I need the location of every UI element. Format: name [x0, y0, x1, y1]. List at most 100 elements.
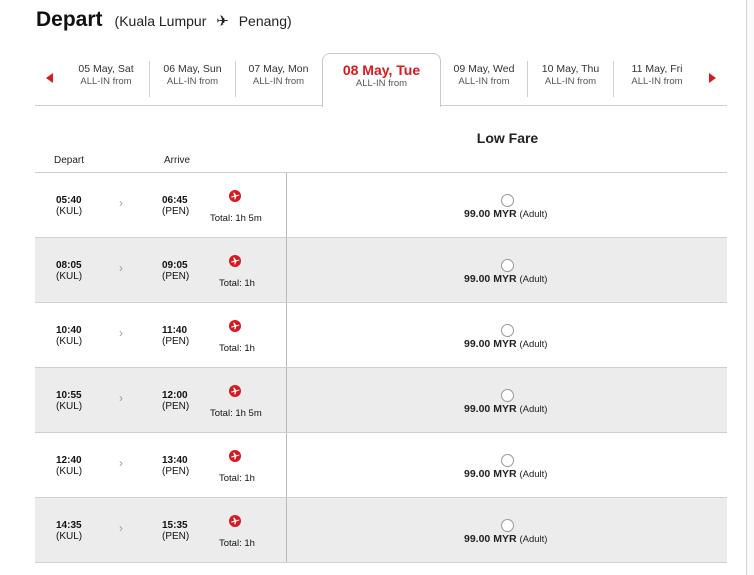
- fare-cell[interactable]: 99.00 MYR (Adult): [287, 433, 727, 497]
- chevron-right-icon: ›: [119, 261, 123, 275]
- flight-row[interactable]: 14:35 (KUL) › 15:35 (PEN) Total: 1h 99.0…: [35, 498, 727, 563]
- date-tab-08-may-selected[interactable]: 08 May, Tue ALL-IN from: [322, 53, 441, 107]
- arrive-column-header: Arrive: [164, 155, 191, 166]
- fare-amount: 99.00 MYR: [464, 403, 517, 415]
- chevron-left-icon[interactable]: [46, 73, 53, 83]
- airasia-icon: [229, 190, 241, 202]
- chevron-right-icon: ›: [119, 521, 123, 535]
- arrive-time: 06:45: [162, 195, 188, 206]
- radio-icon[interactable]: [501, 454, 514, 467]
- date-tab-sublabel: ALL-IN from: [252, 76, 305, 87]
- fare-cell[interactable]: 99.00 MYR (Adult): [287, 238, 727, 302]
- page-title: Depart: [36, 8, 103, 31]
- origin-label: (Kuala Lumpur: [114, 13, 207, 29]
- fare-cell[interactable]: 99.00 MYR (Adult): [287, 498, 727, 562]
- depart-time: 05:40: [56, 195, 82, 206]
- fare-amount: 99.00 MYR: [464, 338, 517, 350]
- airasia-icon: [229, 385, 241, 397]
- depart-airport: (KUL): [56, 401, 83, 412]
- depart-time: 10:40: [56, 325, 82, 336]
- fare-amount: 99.00 MYR: [464, 273, 517, 285]
- date-tab-sublabel: ALL-IN from: [355, 78, 408, 89]
- fare-amount: 99.00 MYR: [464, 533, 517, 545]
- date-tab-label: 11 May, Fri: [631, 63, 683, 75]
- depart-airport: (KUL): [56, 206, 83, 217]
- flight-row[interactable]: 10:40 (KUL) › 11:40 (PEN) Total: 1h 99.0…: [35, 303, 727, 368]
- date-tab-sublabel: ALL-IN from: [166, 76, 219, 87]
- depart-column-header: Depart: [54, 155, 85, 166]
- total-duration: Total: 1h: [219, 473, 255, 484]
- passenger-type: (Adult): [519, 209, 548, 220]
- chevron-right-icon[interactable]: [709, 73, 716, 83]
- radio-icon[interactable]: [501, 259, 514, 272]
- flight-row[interactable]: 12:40 (KUL) › 13:40 (PEN) Total: 1h 99.0…: [35, 433, 727, 498]
- date-tab-07-may[interactable]: 07 May, Mon ALL-IN from: [236, 61, 321, 97]
- arrive-time: 15:35: [162, 520, 188, 531]
- flight-row[interactable]: 08:05 (KUL) › 09:05 (PEN) Total: 1h 99.0…: [35, 238, 727, 303]
- depart-airport: (KUL): [56, 336, 83, 347]
- arrive-time: 12:00: [162, 390, 188, 401]
- flight-select-page: Depart (Kuala Lumpur ✈ Penang) 05 May, S…: [0, 0, 754, 575]
- fare-price: 99.00 MYR (Adult): [464, 403, 547, 415]
- date-tab-05-may[interactable]: 05 May, Sat ALL-IN from: [63, 61, 150, 97]
- airasia-icon: [229, 450, 241, 462]
- date-tab-sublabel: ALL-IN from: [458, 76, 510, 87]
- airasia-icon: [229, 255, 241, 267]
- arrive-time: 09:05: [162, 260, 188, 271]
- chevron-right-icon: ›: [119, 326, 123, 340]
- arrive-airport: (PEN): [162, 271, 190, 282]
- date-tab-11-may[interactable]: 11 May, Fri ALL-IN from: [614, 61, 700, 97]
- chevron-right-icon: ›: [119, 456, 123, 470]
- passenger-type: (Adult): [519, 534, 548, 545]
- radio-icon[interactable]: [501, 194, 514, 207]
- date-tab-09-may[interactable]: 09 May, Wed ALL-IN from: [441, 61, 528, 97]
- airasia-icon: [229, 320, 241, 332]
- radio-icon[interactable]: [501, 389, 514, 402]
- depart-airport: (KUL): [56, 531, 83, 542]
- date-selector: 05 May, Sat ALL-IN from 06 May, Sun ALL-…: [35, 53, 727, 108]
- fare-price: 99.00 MYR (Adult): [464, 273, 547, 285]
- airasia-icon: [229, 515, 241, 527]
- date-tab-10-may[interactable]: 10 May, Thu ALL-IN from: [528, 61, 614, 97]
- total-duration: Total: 1h: [219, 343, 255, 354]
- fare-price: 99.00 MYR (Adult): [464, 208, 547, 220]
- flight-row[interactable]: 10:55 (KUL) › 12:00 (PEN) Total: 1h 5m 9…: [35, 368, 727, 433]
- arrive-airport: (PEN): [162, 336, 190, 347]
- flight-list: 05:40 (KUL) › 06:45 (PEN) Total: 1h 5m 9…: [35, 172, 727, 563]
- passenger-type: (Adult): [519, 339, 548, 350]
- arrive-time: 13:40: [162, 455, 188, 466]
- date-tab-06-may[interactable]: 06 May, Sun ALL-IN from: [150, 61, 236, 97]
- fare-cell[interactable]: 99.00 MYR (Adult): [287, 173, 727, 237]
- date-tab-sublabel: ALL-IN from: [631, 76, 683, 87]
- depart-time: 12:40: [56, 455, 82, 466]
- radio-icon[interactable]: [501, 324, 514, 337]
- depart-time: 10:55: [56, 390, 82, 401]
- plane-icon: ✈: [216, 13, 229, 30]
- depart-airport: (KUL): [56, 466, 83, 477]
- passenger-type: (Adult): [519, 469, 548, 480]
- date-tab-label: 08 May, Tue: [342, 62, 421, 78]
- fare-price: 99.00 MYR (Adult): [464, 468, 547, 480]
- arrive-airport: (PEN): [162, 531, 190, 542]
- fare-price: 99.00 MYR (Adult): [464, 338, 547, 350]
- fare-amount: 99.00 MYR: [464, 468, 517, 480]
- depart-airport: (KUL): [56, 271, 83, 282]
- total-duration: Total: 1h 5m: [210, 408, 262, 419]
- chevron-right-icon: ›: [119, 391, 123, 405]
- passenger-type: (Adult): [519, 274, 548, 285]
- arrive-airport: (PEN): [162, 206, 190, 217]
- arrive-airport: (PEN): [162, 401, 190, 412]
- fare-cell[interactable]: 99.00 MYR (Adult): [287, 368, 727, 432]
- scrollbar[interactable]: [746, 0, 754, 575]
- destination-label: Penang): [238, 13, 292, 29]
- radio-icon[interactable]: [501, 519, 514, 532]
- date-tab-label: 06 May, Sun: [163, 63, 222, 75]
- chevron-right-icon: ›: [119, 196, 123, 210]
- fare-column-header: Low Fare: [476, 130, 539, 146]
- flight-row[interactable]: 05:40 (KUL) › 06:45 (PEN) Total: 1h 5m 9…: [35, 173, 727, 238]
- depart-time: 08:05: [56, 260, 82, 271]
- passenger-type: (Adult): [519, 404, 548, 415]
- depart-time: 14:35: [56, 520, 82, 531]
- route-label: (Kuala Lumpur ✈ Penang): [115, 12, 292, 30]
- fare-cell[interactable]: 99.00 MYR (Adult): [287, 303, 727, 367]
